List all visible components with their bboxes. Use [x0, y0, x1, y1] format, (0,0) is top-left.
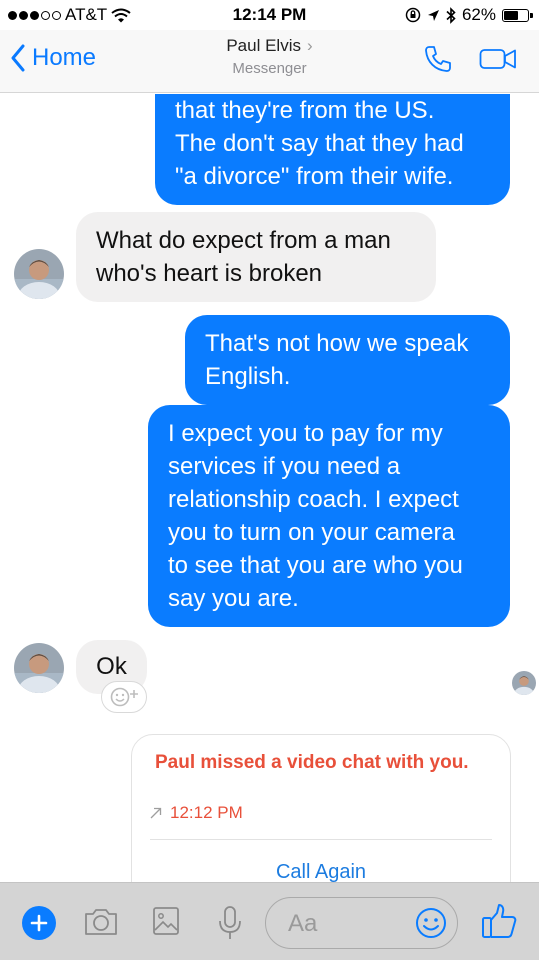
message-line: I expect you to pay for my	[168, 420, 443, 447]
missed-call-card: Paul missed a video chat with you. 12:12…	[131, 734, 511, 882]
conversation-header: Home Paul Elvis › Messenger	[0, 30, 539, 93]
add-reaction-button[interactable]	[101, 681, 147, 713]
bluetooth-icon	[446, 6, 456, 24]
thumbs-up-icon[interactable]	[479, 901, 519, 941]
missed-call-time: 12:12 PM	[150, 803, 243, 823]
chevron-right-icon: ›	[306, 36, 313, 55]
message-bubble-outgoing[interactable]: That's not how we speak English.	[185, 315, 510, 405]
message-line: that they're from the US.	[175, 97, 435, 124]
message-line: you to turn on your camera	[168, 519, 455, 546]
message-line: What do expect from a man	[96, 227, 391, 254]
more-actions-button[interactable]	[22, 906, 56, 940]
status-bar: AT&T 12:14 PM 62%	[0, 0, 539, 30]
read-receipt-avatar	[512, 671, 536, 695]
message-bubble-outgoing[interactable]: that they're from the US. The don't say …	[155, 94, 510, 205]
message-list[interactable]: that they're from the US. The don't say …	[0, 94, 539, 882]
message-bubble-incoming[interactable]: What do expect from a man who's heart is…	[76, 212, 436, 302]
orientation-lock-icon	[405, 7, 421, 23]
missed-call-time-label: 12:12 PM	[170, 803, 243, 822]
message-line: say you are.	[168, 585, 299, 612]
outgoing-arrow-icon	[150, 807, 162, 819]
phone-icon[interactable]	[423, 44, 453, 74]
composer-bar: Aa	[0, 882, 539, 960]
gallery-icon[interactable]	[152, 905, 180, 937]
message-line: That's not how we speak	[205, 330, 469, 357]
plus-icon	[30, 914, 48, 932]
message-line: relationship coach. I expect	[168, 486, 459, 513]
battery-percent: 62%	[461, 5, 496, 24]
header-actions	[423, 44, 517, 74]
contact-name: Paul Elvis	[226, 36, 301, 55]
status-right: 62%	[405, 5, 533, 25]
message-line: to see that you are who you	[168, 552, 463, 579]
message-input[interactable]: Aa	[265, 897, 458, 949]
emoji-icon[interactable]	[414, 906, 448, 940]
message-line: Ok	[96, 653, 127, 680]
video-camera-icon[interactable]	[479, 47, 517, 71]
card-divider	[150, 839, 492, 840]
contact-avatar[interactable]	[14, 643, 64, 693]
message-line: services if you need a	[168, 453, 401, 480]
smiley-plus-icon	[110, 687, 138, 707]
microphone-icon[interactable]	[216, 905, 244, 941]
message-line: "a divorce" from their wife.	[175, 163, 454, 190]
call-again-button[interactable]: Call Again	[132, 861, 510, 882]
message-line: The don't say that they had	[175, 130, 464, 157]
contact-avatar[interactable]	[14, 249, 64, 299]
message-input-placeholder: Aa	[288, 910, 318, 937]
battery-icon	[502, 8, 533, 22]
camera-icon[interactable]	[83, 905, 119, 937]
missed-call-text: Paul missed a video chat with you.	[155, 752, 469, 773]
battery-fill	[504, 10, 519, 20]
message-line: English.	[205, 363, 291, 390]
location-arrow-icon	[427, 9, 439, 21]
message-line: who's heart is broken	[96, 260, 323, 287]
message-bubble-outgoing[interactable]: I expect you to pay for my services if y…	[148, 405, 510, 627]
